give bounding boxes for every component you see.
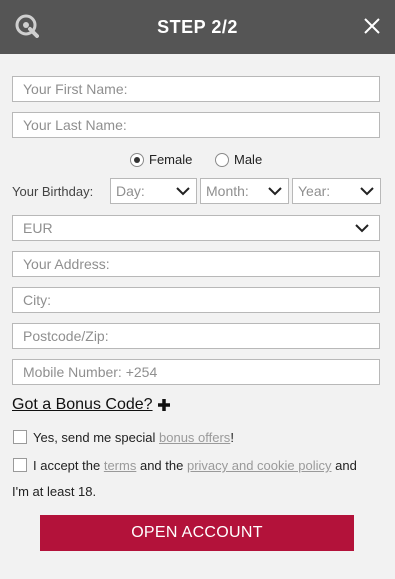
currency-value: EUR xyxy=(23,220,53,236)
male-label: Male xyxy=(234,152,263,168)
year-value: Year: xyxy=(298,183,331,199)
last-name-input[interactable]: Your Last Name: xyxy=(12,112,380,138)
terms-link[interactable]: terms xyxy=(104,458,137,473)
gender-male-option[interactable]: Male xyxy=(215,151,262,171)
month-value: Month: xyxy=(206,183,249,199)
terms-text-2: and the xyxy=(139,458,184,473)
age-confirmation-text: I'm at least 18. xyxy=(12,484,97,499)
day-value: Day: xyxy=(116,183,145,199)
plus-icon[interactable] xyxy=(156,397,172,413)
chevron-down-icon xyxy=(360,187,374,196)
offers-text-before: Yes, send me special xyxy=(33,430,156,445)
open-account-button[interactable]: OPEN ACCOUNT xyxy=(40,515,354,551)
privacy-policy-link[interactable]: privacy and cookie policy xyxy=(187,458,332,473)
address-input[interactable]: Your Address: xyxy=(12,251,380,277)
chevron-down-icon xyxy=(355,224,369,233)
birthday-month-select[interactable]: Month: xyxy=(200,178,289,204)
birthday-year-select[interactable]: Year: xyxy=(292,178,381,204)
birthday-label: Your Birthday: xyxy=(12,184,94,199)
page-title: STEP 2/2 xyxy=(157,17,238,37)
chevron-down-icon xyxy=(176,187,190,196)
currency-select[interactable]: EUR xyxy=(12,215,380,241)
offers-text-after: ! xyxy=(230,430,234,445)
offers-text: Yes, send me special bonus offers! xyxy=(33,430,234,445)
gender-female-option[interactable]: Female xyxy=(130,151,192,171)
radio-female[interactable] xyxy=(130,152,144,167)
first-name-input[interactable]: Your First Name: xyxy=(12,76,380,102)
terms-text: I accept the terms and the privacy and c… xyxy=(33,458,357,473)
terms-text-1: I accept the xyxy=(33,458,101,473)
mobile-input[interactable]: Mobile Number: +254 xyxy=(12,359,380,385)
modal-header: STEP 2/2 xyxy=(0,0,395,54)
bonus-code-link[interactable]: Got a Bonus Code? xyxy=(12,396,153,414)
radio-male[interactable] xyxy=(215,152,229,167)
city-input[interactable]: City: xyxy=(12,287,380,313)
birthday-day-select[interactable]: Day: xyxy=(110,178,197,204)
bonus-offers-link[interactable]: bonus offers xyxy=(159,430,230,445)
female-label: Female xyxy=(149,152,193,168)
offers-checkbox[interactable] xyxy=(13,430,27,444)
close-icon[interactable] xyxy=(363,17,381,35)
terms-text-3: and xyxy=(335,458,357,473)
terms-checkbox[interactable] xyxy=(13,458,27,472)
postcode-input[interactable]: Postcode/Zip: xyxy=(12,323,380,349)
chevron-down-icon xyxy=(268,187,282,196)
